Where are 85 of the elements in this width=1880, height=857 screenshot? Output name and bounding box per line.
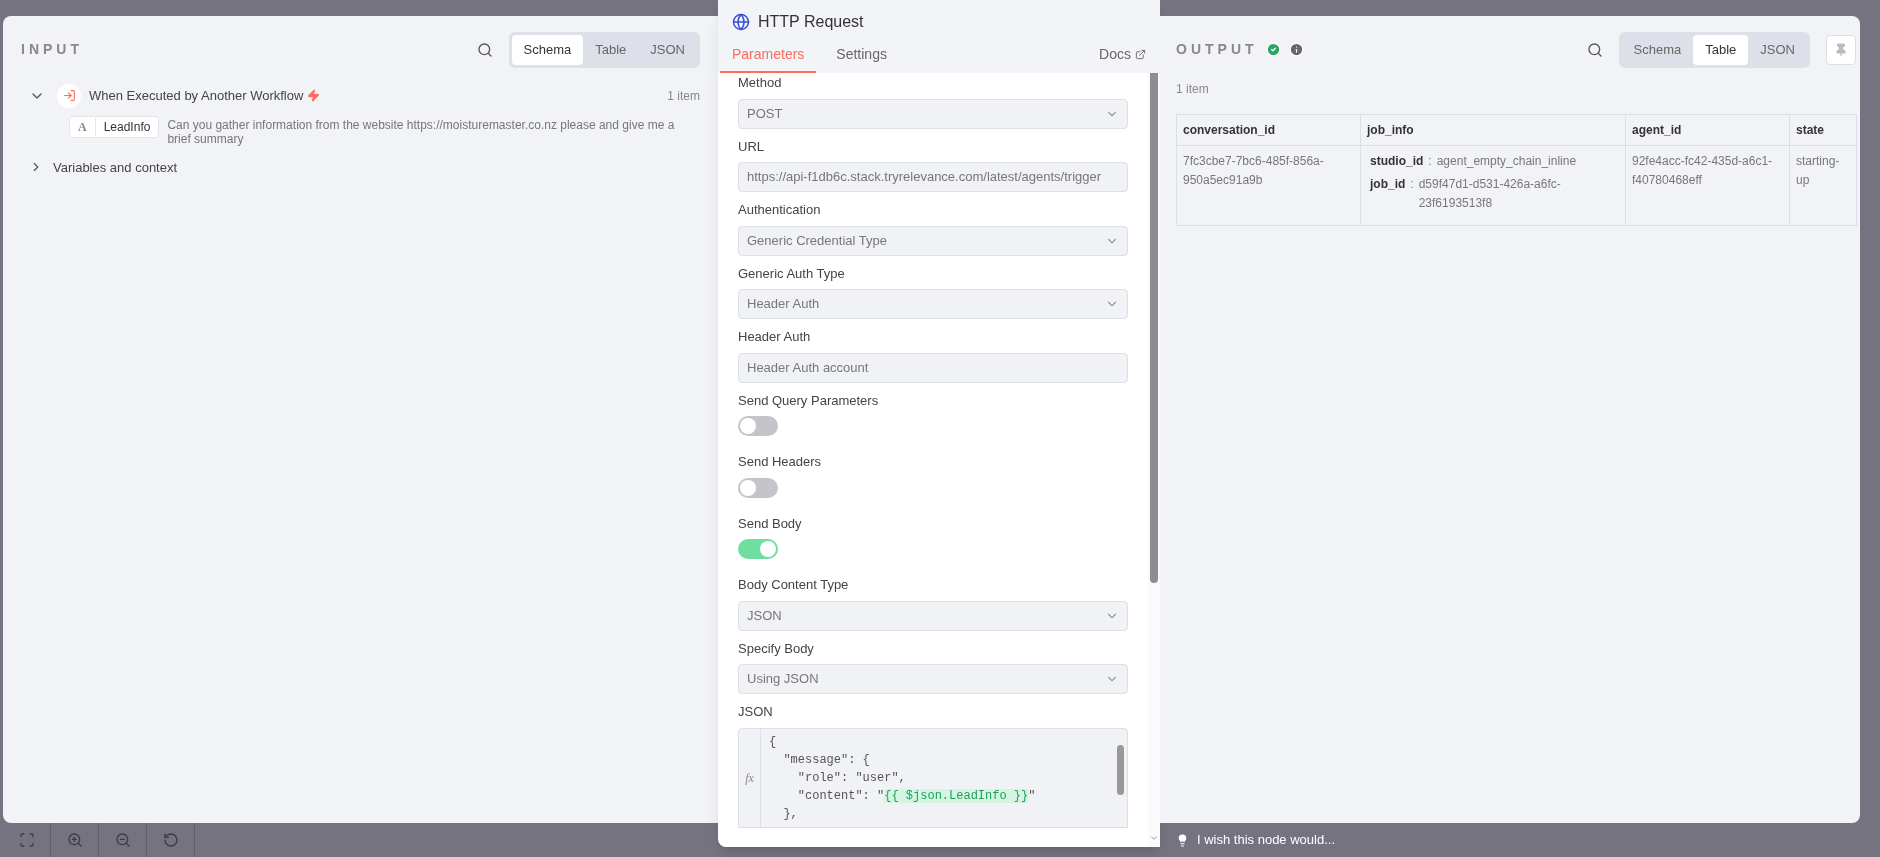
view-tab[interactable]: Table — [1693, 35, 1749, 65]
undo-icon — [162, 832, 179, 848]
field-value: agent_empty_chain_inline — [1436, 152, 1577, 170]
column-header: agent_id — [1625, 114, 1790, 145]
item-count: 1 item — [1176, 80, 1210, 98]
select-field[interactable]: Generic Credential Type — [738, 225, 1128, 256]
external-link-icon — [1135, 49, 1146, 60]
node-title: When Executed by Another Workflow — [89, 86, 304, 105]
toggle-switch[interactable] — [738, 477, 778, 498]
field-label: Specify Body — [738, 639, 815, 658]
feedback-link[interactable]: I wish this node would... — [1197, 830, 1336, 850]
field-label: Header Auth — [738, 328, 812, 346]
view-tab[interactable]: Table — [583, 35, 639, 65]
view-tab[interactable]: Schema — [1621, 35, 1694, 65]
select-value: Header Auth — [747, 295, 820, 314]
zoom-in-icon — [66, 832, 83, 848]
field-label: Send Query Parameters — [738, 391, 880, 410]
table-cell: 92fe4acc-fc42-435d-a6c1-f40780468eff — [1632, 153, 1773, 187]
toggle-switch[interactable] — [738, 416, 778, 436]
search-icon[interactable] — [476, 41, 493, 58]
view-tab[interactable]: JSON — [638, 35, 697, 65]
lightbulb-icon — [1176, 833, 1189, 847]
table-cell: 7fc3cbe7-7bc6-485f-856a-950a5ec91a9b — [1183, 153, 1324, 187]
type-glyph: A — [70, 117, 96, 136]
field-label: URL — [738, 137, 765, 156]
column-header: job_info — [1360, 114, 1626, 145]
tab[interactable]: Settings — [824, 44, 899, 73]
panel-title: INPUT — [21, 40, 83, 60]
select-value: Using JSON — [747, 670, 819, 689]
toggle-switch[interactable] — [738, 539, 778, 559]
node-title: HTTP Request — [758, 12, 864, 32]
field-key: studio_id — [1370, 151, 1424, 171]
globe-icon — [732, 13, 750, 31]
code-line: "content": "{{ $json.LeadInfo }}" — [796, 787, 1037, 805]
field-label: JSON — [738, 703, 774, 721]
field-value: Can you gather information from the website https://moisturemaster.co.nz please and give me a brief summary — [167, 116, 676, 146]
select-field[interactable]: POST — [738, 98, 1128, 129]
item-count: 1 item — [667, 87, 700, 105]
field-label: Send Body — [738, 514, 803, 533]
scrollbar-thumb[interactable] — [1116, 744, 1124, 795]
select-field[interactable]: JSON — [738, 600, 1128, 631]
panel-title: OUTPUT — [1176, 40, 1258, 60]
pin-icon — [1834, 42, 1848, 57]
success-icon — [1265, 42, 1281, 58]
select-field[interactable]: Header Auth — [738, 289, 1128, 319]
column-header: conversation_id — [1176, 114, 1361, 145]
code-editor[interactable]: fx { "message": { "role": "user", "content": "{{ $json.LeadInfo }}" }, — [738, 727, 1128, 828]
field-label: Send Headers — [738, 453, 823, 471]
view-tab[interactable]: Schema — [511, 35, 584, 65]
scroll-down-icon[interactable] — [1149, 833, 1159, 843]
field-pill[interactable]: A LeadInfo — [69, 115, 160, 138]
section-toggle[interactable]: Variables and context — [53, 157, 178, 177]
select-value: Generic Credential Type — [747, 231, 887, 250]
field-value: d59f47d1-d531-426a-a6fc-23f6193513f8 — [1418, 175, 1562, 212]
field-separator: : — [1428, 152, 1432, 170]
search-icon[interactable] — [1586, 41, 1603, 58]
field-label: Authentication — [738, 201, 822, 219]
code-line: "role": "user", — [796, 769, 907, 787]
fit-view-icon — [18, 832, 35, 848]
field-label: Body Content Type — [738, 576, 850, 594]
column-header: state — [1789, 114, 1857, 145]
field-name: LeadInfo — [102, 118, 152, 136]
field-label: Method — [738, 74, 783, 92]
field-separator: : — [1410, 175, 1414, 193]
input-field[interactable]: https://api-f1db6c.stack.tryrelevance.com/latest/agents/trigger — [738, 162, 1128, 192]
scrollbar[interactable] — [1148, 73, 1160, 847]
select-field[interactable]: Using JSON — [738, 664, 1128, 694]
field-label: Generic Auth Type — [738, 264, 846, 283]
zoom-out-icon — [114, 832, 131, 848]
table-cell: starting-up — [1796, 153, 1840, 187]
tab[interactable]: Parameters — [720, 44, 817, 73]
node-icon — [57, 83, 81, 108]
code-line: "message": { — [782, 751, 871, 769]
code-line: }, — [782, 805, 799, 823]
bolt-icon — [307, 89, 321, 102]
field-key: job_id — [1370, 174, 1406, 213]
pin-button[interactable] — [1826, 34, 1856, 65]
select-value: JSON — [747, 606, 782, 625]
input-field[interactable]: Header Auth account — [738, 352, 1128, 383]
info-icon — [1288, 42, 1304, 58]
docs-link[interactable]: Docs — [1099, 44, 1146, 73]
code-line: { — [769, 733, 778, 751]
view-tab[interactable]: JSON — [1748, 35, 1807, 65]
select-value: POST — [747, 104, 783, 123]
expression-marker: fx — [745, 769, 754, 787]
